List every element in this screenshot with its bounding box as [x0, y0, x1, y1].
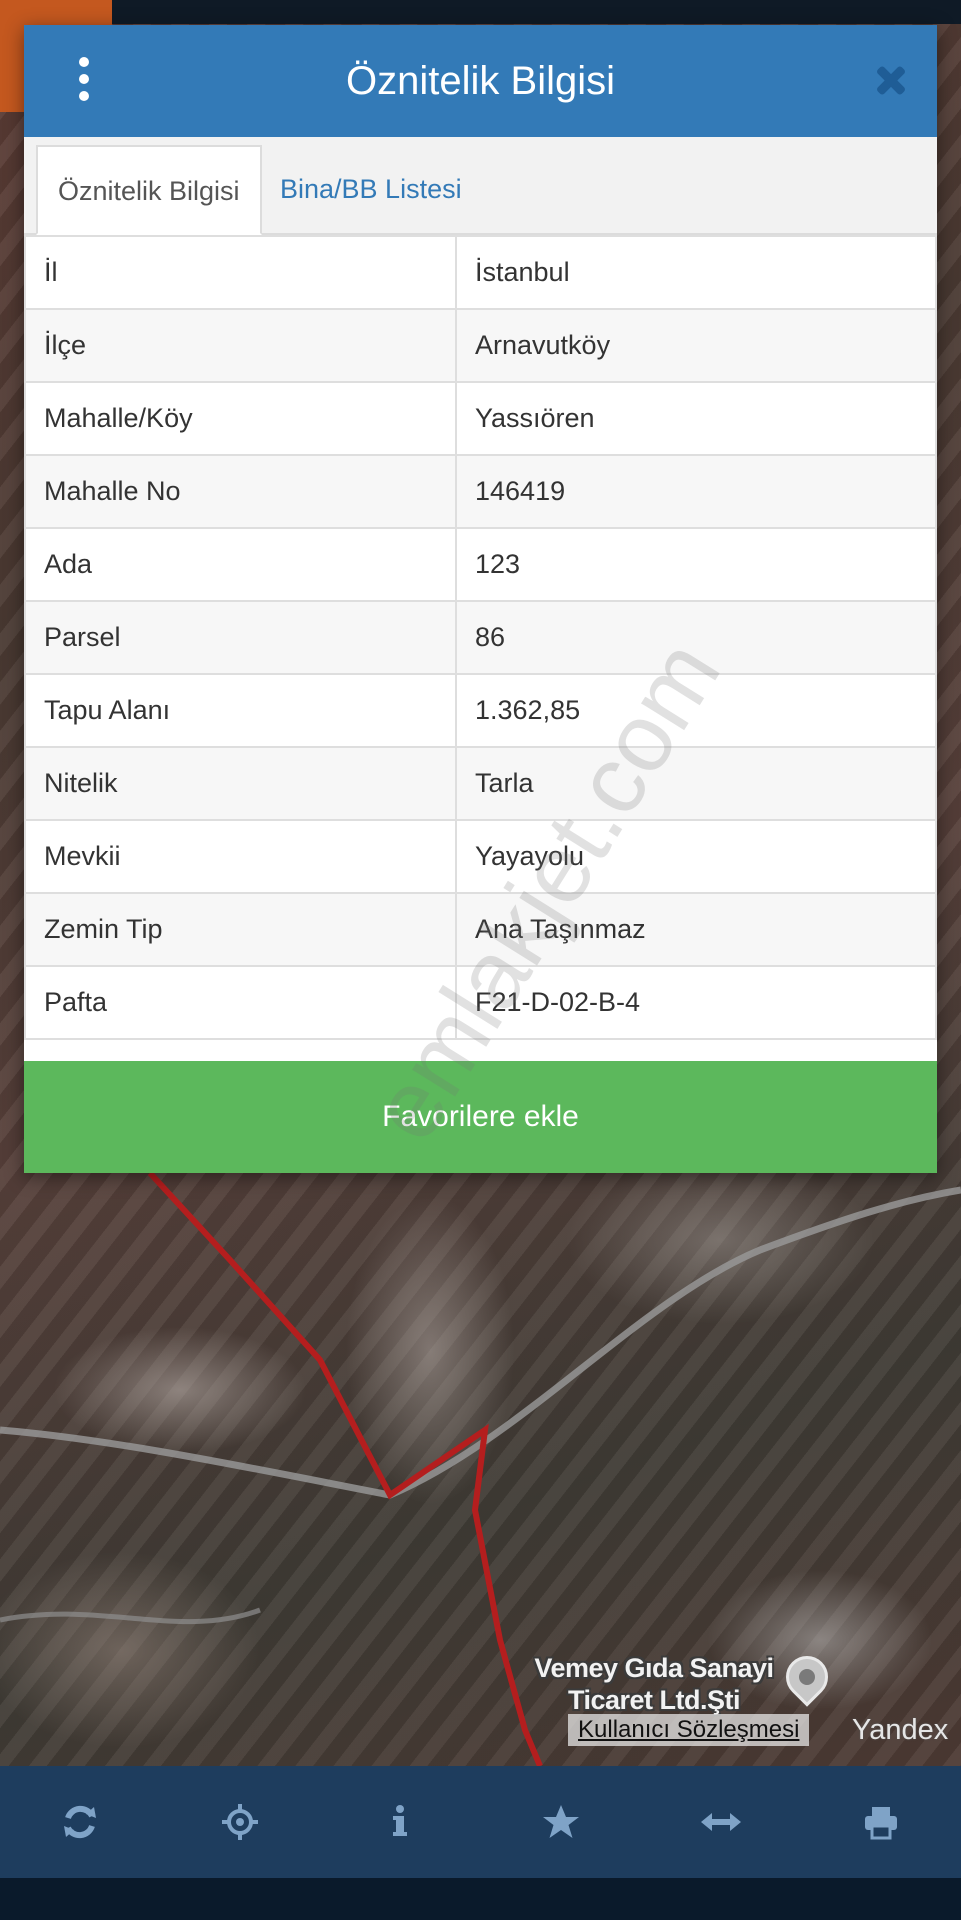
refresh-icon[interactable] — [50, 1792, 110, 1852]
table-row: Zemin Tip Ana Taşınmaz — [24, 892, 937, 967]
table-row: Ada 123 — [24, 527, 937, 602]
table-row: Mahalle/Köy Yassıören — [24, 381, 937, 456]
table-row: Parsel 86 — [24, 600, 937, 675]
attribute-value: Ana Taşınmaz — [455, 892, 937, 967]
navigation-bar — [0, 1878, 961, 1920]
attribute-key: İl — [24, 235, 457, 310]
parcel-boundary — [147, 1170, 543, 1766]
measure-icon[interactable] — [691, 1792, 751, 1852]
info-icon[interactable] — [370, 1792, 430, 1852]
attribute-value: Yassıören — [455, 381, 937, 456]
map-provider-logo: Yandex — [852, 1714, 949, 1746]
attribute-value: 146419 — [455, 454, 937, 529]
attribute-key: Ada — [24, 527, 457, 602]
road — [0, 1607, 261, 1625]
table-row: Pafta F21-D-02-B-4 — [24, 965, 937, 1040]
print-icon[interactable] — [851, 1792, 911, 1852]
table-row: Mevkii Yayayolu — [24, 819, 937, 894]
close-icon[interactable] — [871, 61, 911, 101]
attribute-key: Pafta — [24, 965, 457, 1040]
attribute-value: 123 — [455, 527, 937, 602]
tab-building-list[interactable]: Bina/BB Listesi — [260, 145, 482, 233]
attribute-value: 1.362,85 — [455, 673, 937, 748]
table-row: Mahalle No 146419 — [24, 454, 937, 529]
attribute-dialog: Öznitelik Bilgisi Öznitelik Bilgisi Bina… — [24, 25, 937, 1173]
attribute-value: Arnavutköy — [455, 308, 937, 383]
tab-attribute-info[interactable]: Öznitelik Bilgisi — [36, 145, 262, 235]
table-row: İl İstanbul — [24, 235, 937, 310]
dialog-title: Öznitelik Bilgisi — [346, 59, 615, 103]
locate-icon[interactable] — [210, 1792, 270, 1852]
map-poi-label: Vemey Gıda Sanayi Ticaret Ltd.Şti — [534, 1653, 774, 1715]
attribute-key: Nitelik — [24, 746, 457, 821]
attribute-key: Mahalle No — [24, 454, 457, 529]
tab-bar: Öznitelik Bilgisi Bina/BB Listesi — [24, 137, 937, 235]
table-row: Tapu Alanı 1.362,85 — [24, 673, 937, 748]
terms-link[interactable]: Kullanıcı Sözleşmesi — [568, 1714, 810, 1746]
attribute-value: İstanbul — [455, 235, 937, 310]
bottom-toolbar — [0, 1766, 961, 1878]
attribute-key: Parsel — [24, 600, 457, 675]
add-to-favorites-button[interactable]: Favorilere ekle — [24, 1061, 937, 1173]
attribute-value: Tarla — [455, 746, 937, 821]
table-row: Nitelik Tarla — [24, 746, 937, 821]
attribute-key: Tapu Alanı — [24, 673, 457, 748]
attribute-value: F21-D-02-B-4 — [455, 965, 937, 1040]
dialog-header: Öznitelik Bilgisi — [24, 25, 937, 137]
attribute-key: İlçe — [24, 308, 457, 383]
attribute-key: Zemin Tip — [24, 892, 457, 967]
attribute-key: Mahalle/Köy — [24, 381, 457, 456]
attribute-key: Mevkii — [24, 819, 457, 894]
attribute-value: Yayayolu — [455, 819, 937, 894]
attribute-table: İl İstanbul İlçe Arnavutköy Mahalle/Köy Yas… — [24, 235, 937, 1040]
attribute-value: 86 — [455, 600, 937, 675]
table-row: İlçe Arnavutköy — [24, 308, 937, 383]
star-icon[interactable] — [531, 1792, 591, 1852]
